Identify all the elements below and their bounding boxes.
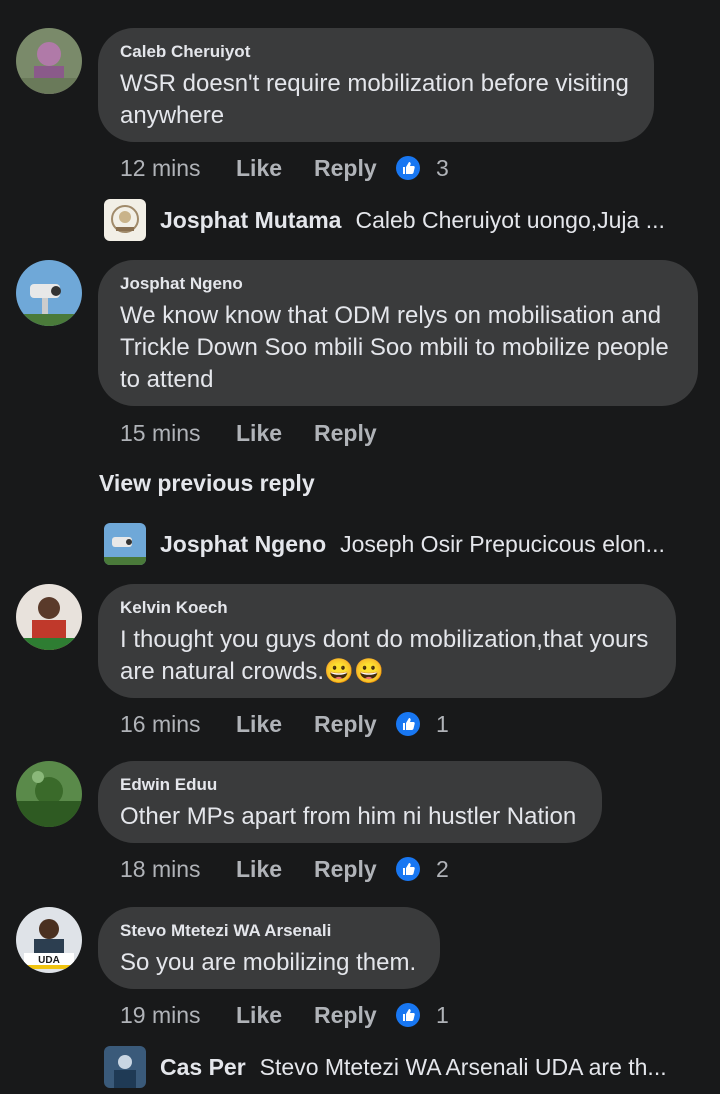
- reply-button[interactable]: Reply: [314, 711, 396, 738]
- comment-author[interactable]: Josphat Ngeno: [120, 274, 676, 294]
- comment-author[interactable]: Caleb Cheruiyot: [120, 42, 632, 62]
- comment-text: WSR doesn't require mobilization before …: [120, 70, 629, 129]
- thumbs-up-icon: [396, 712, 420, 736]
- reaction-summary[interactable]: 3: [396, 155, 449, 182]
- avatar-josphat-mutama: [104, 199, 146, 241]
- reply-preview[interactable]: Josphat Mutama Caleb Cheruiyot uongo,Juj…: [104, 199, 665, 241]
- comment-time[interactable]: 18 mins: [120, 856, 236, 883]
- reply-button[interactable]: Reply: [314, 1002, 396, 1029]
- comment-author[interactable]: Edwin Eduu: [120, 775, 580, 795]
- comment-bubble: Stevo Mtetezi WA Arsenali So you are mob…: [98, 907, 440, 989]
- comment-text: We know know that ODM relys on mobilisat…: [120, 302, 669, 393]
- comment-time[interactable]: 19 mins: [120, 1002, 236, 1029]
- reply-author[interactable]: Josphat Mutama: [160, 207, 341, 234]
- like-button[interactable]: Like: [236, 856, 314, 883]
- reaction-count: 2: [436, 855, 449, 882]
- view-previous-reply[interactable]: View previous reply: [99, 470, 315, 497]
- comment-time[interactable]: 12 mins: [120, 155, 236, 182]
- thumbs-up-icon: [396, 857, 420, 881]
- comment-bubble: Josphat Ngeno We know know that ODM rely…: [98, 260, 698, 406]
- comment-author[interactable]: Kelvin Koech: [120, 598, 654, 618]
- reply-preview[interactable]: Cas Per Stevo Mtetezi WA Arsenali UDA ar…: [104, 1046, 667, 1088]
- reply-button[interactable]: Reply: [314, 155, 396, 182]
- reply-button[interactable]: Reply: [314, 420, 396, 447]
- reply-text: Stevo Mtetezi WA Arsenali UDA are th...: [259, 1053, 667, 1080]
- thumbs-up-icon: [396, 1003, 420, 1027]
- like-button[interactable]: Like: [236, 420, 314, 447]
- comment-text: I thought you guys dont do mobilization,…: [120, 624, 654, 688]
- avatar-stevo-mtetezi[interactable]: UDA: [16, 907, 82, 973]
- reply-text: Joseph Osir Prepucicous elon...: [340, 530, 665, 557]
- reaction-count: 3: [436, 154, 449, 181]
- comment-author[interactable]: Stevo Mtetezi WA Arsenali: [120, 921, 418, 941]
- reaction-count: 1: [436, 710, 449, 737]
- reaction-count: 1: [436, 1001, 449, 1028]
- comment-text: So you are mobilizing them.: [120, 949, 417, 976]
- avatar-edwin-eduu[interactable]: [16, 761, 82, 827]
- comment-actions: 19 mins Like Reply 1: [120, 999, 449, 1031]
- comment-actions: 18 mins Like Reply 2: [120, 853, 449, 885]
- comment-time[interactable]: 16 mins: [120, 711, 236, 738]
- like-button[interactable]: Like: [236, 1002, 314, 1029]
- avatar-kelvin-koech[interactable]: [16, 584, 82, 650]
- svg-text:UDA: UDA: [38, 955, 60, 966]
- like-button[interactable]: Like: [236, 711, 314, 738]
- comment-bubble: Caleb Cheruiyot WSR doesn't require mobi…: [98, 28, 654, 142]
- avatar-caleb-cheruiyot[interactable]: [16, 28, 82, 94]
- comment-actions: 16 mins Like Reply 1: [120, 708, 449, 740]
- reply-text: Caleb Cheruiyot uongo,Juja ...: [355, 206, 665, 233]
- reaction-summary[interactable]: 1: [396, 711, 449, 738]
- reply-preview[interactable]: Josphat Ngeno Joseph Osir Prepucicous el…: [104, 523, 665, 565]
- comment-bubble: Edwin Eduu Other MPs apart from him ni h…: [98, 761, 602, 843]
- emoji: 😀😀: [324, 658, 384, 685]
- comment-actions: 12 mins Like Reply 3: [120, 152, 449, 184]
- avatar-cas-per: [104, 1046, 146, 1088]
- reply-author[interactable]: Josphat Ngeno: [160, 531, 326, 558]
- reaction-summary[interactable]: 1: [396, 1002, 449, 1029]
- thumbs-up-icon: [396, 156, 420, 180]
- reaction-summary[interactable]: 2: [396, 856, 449, 883]
- reply-author[interactable]: Cas Per: [160, 1054, 246, 1081]
- comment-text-body: I thought you guys dont do mobilization,…: [120, 626, 649, 685]
- comment-text: Other MPs apart from him ni hustler Nati…: [120, 803, 577, 830]
- comment-bubble: Kelvin Koech I thought you guys dont do …: [98, 584, 676, 698]
- reply-button[interactable]: Reply: [314, 856, 396, 883]
- like-button[interactable]: Like: [236, 155, 314, 182]
- avatar-josphat-ngeno[interactable]: [16, 260, 82, 326]
- comment-time[interactable]: 15 mins: [120, 420, 236, 447]
- comment-actions: 15 mins Like Reply: [120, 417, 396, 449]
- avatar-josphat-ngeno-small: [104, 523, 146, 565]
